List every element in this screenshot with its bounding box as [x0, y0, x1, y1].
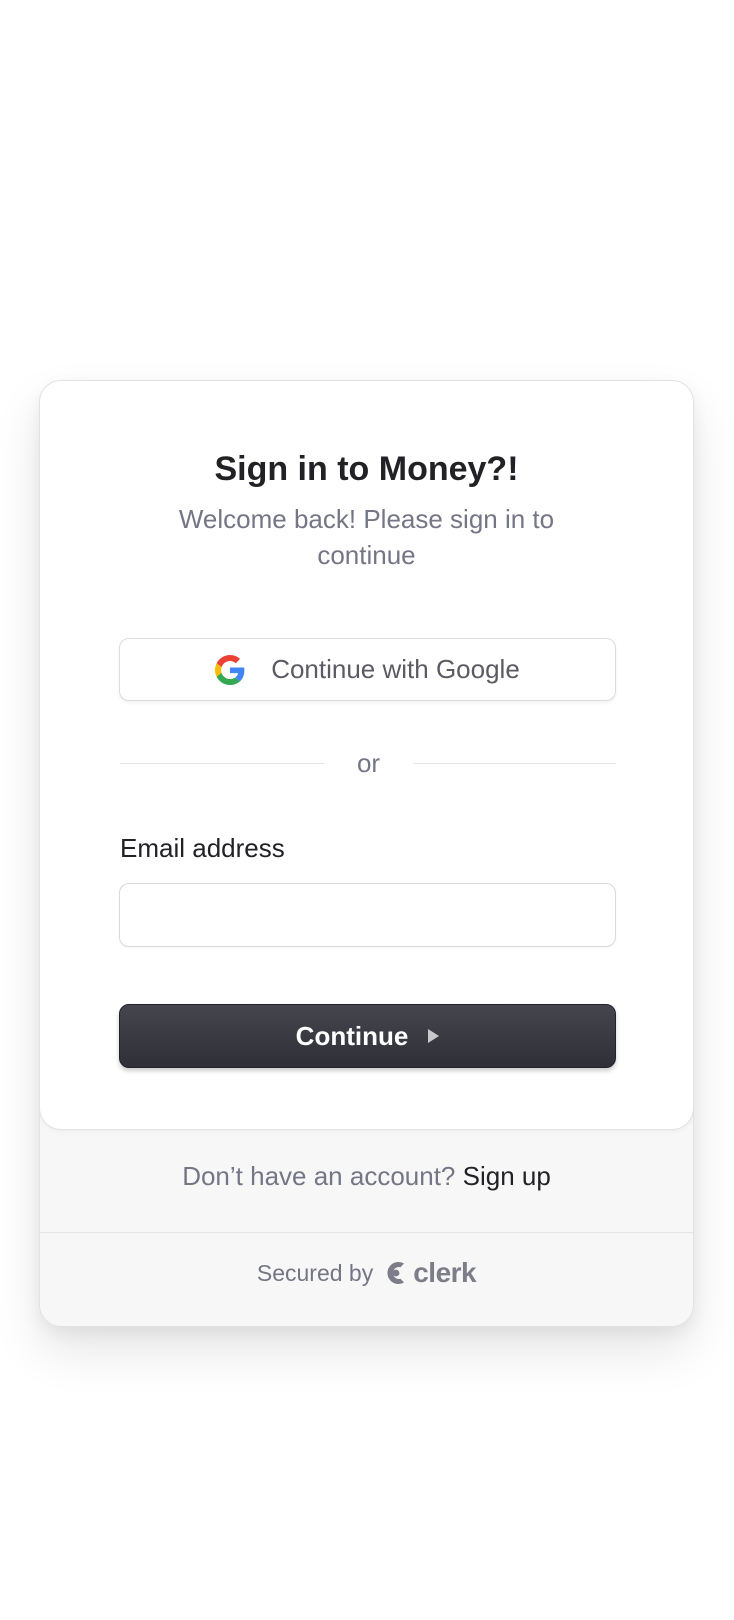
email-label: Email address: [120, 833, 285, 863]
sign-in-form-panel: Sign in to Money?! Welcome back! Please …: [40, 381, 693, 1130]
secured-by-footer: Secured by clerk: [40, 1257, 693, 1289]
clerk-logo[interactable]: clerk: [383, 1257, 477, 1289]
signup-prompt: Don’t have an account?: [182, 1161, 456, 1191]
email-field[interactable]: [119, 883, 616, 947]
continue-button[interactable]: Continue: [119, 1004, 616, 1068]
continue-with-google-button[interactable]: Continue with Google: [119, 638, 616, 701]
google-button-label: Continue with Google: [271, 654, 520, 684]
divider-or-text: or: [356, 748, 381, 778]
page: Sign in to Money?! Welcome back! Please …: [0, 0, 734, 1620]
page-title: Sign in to Money?!: [214, 450, 519, 488]
sign-in-card: Sign in to Money?! Welcome back! Please …: [39, 380, 694, 1327]
continue-button-label: Continue: [295, 1020, 409, 1051]
sign-up-link[interactable]: Sign up: [463, 1161, 551, 1191]
triangle-right-icon: [428, 1029, 440, 1043]
google-g-icon: [215, 654, 245, 685]
secured-by-text: Secured by: [256, 1259, 374, 1286]
signup-row: Don’t have an account? Sign up: [40, 1159, 693, 1193]
divider-line-right: [413, 763, 616, 764]
clerk-logo-icon: [387, 1262, 405, 1284]
divider-line-left: [120, 763, 324, 764]
footer-divider: [40, 1232, 693, 1233]
page-subtitle: Welcome back! Please sign in to continue: [178, 504, 555, 570]
clerk-wordmark: clerk: [413, 1257, 477, 1288]
